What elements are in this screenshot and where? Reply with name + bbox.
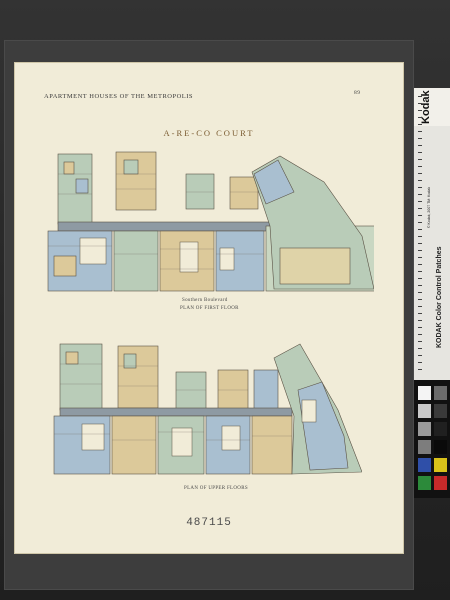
street-label: Southern Boulevard [182, 298, 228, 303]
running-head: APARTMENT HOUSES OF THE METROPOLIS [44, 93, 194, 100]
color-patch [434, 440, 447, 454]
first-floor-plan [47, 151, 374, 292]
upper-floors-caption: PLAN OF UPPER FLOORS [184, 486, 248, 491]
color-patch [418, 386, 431, 400]
page-number: 89 [354, 90, 361, 96]
measurement-ruler [418, 96, 422, 376]
color-patch [418, 404, 431, 418]
color-patch [434, 386, 447, 400]
color-target-title: KODAK Color Control Patches [436, 246, 443, 348]
color-patches [414, 380, 450, 498]
color-target-copyright: © Kodak, 2007 TM: Kodak [427, 186, 431, 228]
color-patch [434, 476, 447, 490]
color-patch [434, 458, 447, 472]
color-patch [418, 476, 431, 490]
document-page: APARTMENT HOUSES OF THE METROPOLIS 89 A-… [14, 62, 404, 554]
color-patch [434, 422, 447, 436]
upper-floors-plan [53, 343, 362, 475]
building-title: A-RE-CO COURT [163, 128, 255, 138]
color-patch [418, 422, 431, 436]
color-patch [434, 404, 447, 418]
color-patch [418, 458, 431, 472]
color-patch [418, 440, 431, 454]
first-floor-caption: PLAN OF FIRST FLOOR [180, 306, 239, 311]
plate-number: 487115 [186, 517, 232, 529]
